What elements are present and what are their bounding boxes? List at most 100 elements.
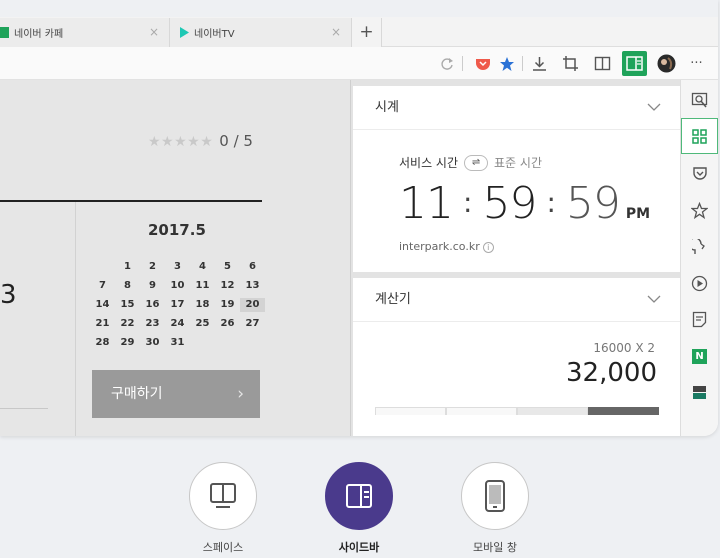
- rail-play-icon[interactable]: [681, 265, 718, 301]
- mode-label: 사이드바: [338, 541, 380, 554]
- mode-space[interactable]: 스페이스: [188, 462, 258, 555]
- tab-bar: 네이버 카페 × 네이버TV × +: [0, 0, 718, 47]
- calendar-day[interactable]: 18: [190, 298, 215, 312]
- rail-history-icon[interactable]: [681, 229, 718, 265]
- calendar-day[interactable]: 10: [165, 279, 190, 293]
- calendar-day[interactable]: 5: [215, 260, 240, 274]
- chevron-down-icon[interactable]: [647, 100, 661, 114]
- calendar-day[interactable]: 23: [140, 317, 165, 331]
- mode-mobile-button[interactable]: [461, 462, 529, 530]
- calendar-day[interactable]: 14: [90, 298, 115, 312]
- download-icon[interactable]: [529, 53, 550, 74]
- calculator-key[interactable]: [588, 407, 659, 415]
- calendar-day[interactable]: 9: [140, 279, 165, 293]
- sidebar-toggle-icon[interactable]: [622, 51, 647, 76]
- calendar-day[interactable]: 15: [115, 298, 140, 312]
- calendar-day[interactable]: 21: [90, 317, 115, 331]
- more-menu-icon[interactable]: ···: [686, 53, 707, 74]
- calendar-day[interactable]: 24: [165, 317, 190, 331]
- rail-search-icon[interactable]: [681, 82, 718, 118]
- buy-button[interactable]: 구매하기 ›: [92, 370, 260, 418]
- calendar-day[interactable]: 13: [240, 279, 265, 293]
- rail-naver-icon[interactable]: N: [681, 338, 718, 374]
- calendar-day[interactable]: 29: [115, 336, 140, 350]
- sidebar-mode-selector: 스페이스 사이드바 모바일 창: [0, 436, 720, 558]
- tab-close-button[interactable]: ×: [149, 25, 159, 39]
- calendar-day[interactable]: 7: [90, 279, 115, 293]
- rail-pocket-icon[interactable]: [681, 155, 718, 191]
- swap-icon[interactable]: ⇌: [464, 154, 489, 171]
- calendar-day[interactable]: 27: [240, 317, 265, 331]
- calendar-day[interactable]: 31: [165, 336, 190, 350]
- calendar-day[interactable]: 12: [215, 279, 240, 293]
- mode-sidebar-button[interactable]: [325, 462, 393, 530]
- tab-naver-tv[interactable]: 네이버TV ×: [170, 18, 352, 47]
- calendar-day[interactable]: 26: [215, 317, 240, 331]
- tab-close-button[interactable]: ×: [331, 25, 341, 39]
- calendar-day[interactable]: 19: [215, 298, 240, 312]
- naver-cafe-icon: [0, 27, 9, 38]
- info-icon[interactable]: i: [482, 242, 494, 253]
- clock-colon: :: [463, 186, 473, 219]
- calendar-day[interactable]: 4: [190, 260, 215, 274]
- calendar-day[interactable]: 22: [115, 317, 140, 331]
- clock-source: interpark.co.kr i: [399, 240, 494, 253]
- mode-space-button[interactable]: [189, 462, 257, 530]
- calendar-grid: 1 2 3 4 5 6 7 8 9 10 11 12 13 14 15 16 17 18 19 20 21 22 23 24 2…: [90, 260, 265, 350]
- split-view-icon[interactable]: [592, 53, 613, 74]
- space-icon: [210, 483, 236, 508]
- rating-stars[interactable]: ★★★★★: [148, 134, 213, 150]
- clock-hours: 11: [399, 178, 454, 229]
- calendar-day[interactable]: 8: [115, 279, 140, 293]
- calculator-key[interactable]: [517, 407, 588, 415]
- chevron-down-icon[interactable]: [647, 292, 661, 306]
- crop-capture-icon[interactable]: [560, 53, 581, 74]
- rating: ★★★★★ 0 / 5: [148, 132, 253, 150]
- naver-logo-icon: N: [692, 348, 707, 364]
- rail-memo-icon[interactable]: [681, 301, 718, 337]
- reload-icon[interactable]: [436, 53, 457, 74]
- calendar-day[interactable]: 2: [140, 260, 165, 274]
- clock-panel: 시계 서비스 시간 ⇌ 표준 시간 11 : 59 : 59 PM interp…: [353, 86, 681, 272]
- clock-panel-header[interactable]: 시계: [353, 86, 681, 130]
- calendar-day[interactable]: 30: [140, 336, 165, 350]
- panel-title: 시계: [375, 100, 399, 115]
- calendar-day[interactable]: 20: [240, 298, 265, 312]
- calculator-result: 32,000: [566, 358, 657, 388]
- tab-label: 네이버TV: [194, 29, 235, 40]
- calendar-day[interactable]: 3: [165, 260, 190, 274]
- naver-tv-play-icon: [180, 27, 189, 38]
- calculator-key[interactable]: [446, 407, 517, 415]
- tab-label: 네이버 카페: [14, 29, 64, 40]
- clock-mode-alt[interactable]: 표준 시간: [494, 154, 542, 171]
- toolbar: ···: [0, 47, 718, 80]
- divider: [0, 408, 48, 409]
- buy-button-label: 구매하기: [111, 386, 163, 402]
- calculator-panel-header[interactable]: 계산기: [353, 278, 681, 322]
- rail-grid-icon[interactable]: [681, 118, 718, 154]
- mode-sidebar[interactable]: 사이드바: [324, 462, 394, 555]
- bookmark-star-icon[interactable]: [496, 53, 517, 74]
- rail-star-icon[interactable]: [681, 192, 718, 228]
- calendar-day[interactable]: 6: [240, 260, 265, 274]
- page-content: ★★★★★ 0 / 5 3 2017.5 1 2 3 4 5 6 7 8 9 10 11 12 13 14 1…: [0, 80, 350, 436]
- divider: [0, 200, 262, 202]
- mode-label: 모바일 창: [473, 541, 517, 554]
- chevron-right-icon: ›: [237, 384, 244, 404]
- calendar-day[interactable]: 11: [190, 279, 215, 293]
- rail-storage-icon[interactable]: [681, 374, 718, 410]
- calendar-day[interactable]: 16: [140, 298, 165, 312]
- tab-naver-cafe[interactable]: 네이버 카페 ×: [0, 18, 170, 47]
- mode-mobile[interactable]: 모바일 창: [460, 462, 530, 555]
- new-tab-button[interactable]: +: [352, 18, 382, 47]
- calculator-key[interactable]: [375, 407, 446, 415]
- panel-title: 계산기: [375, 292, 411, 307]
- pocket-icon[interactable]: [472, 53, 493, 74]
- calendar-day[interactable]: 1: [115, 260, 140, 274]
- calendar-day[interactable]: 28: [90, 336, 115, 350]
- mobile-icon: [485, 480, 505, 512]
- calendar-day[interactable]: 25: [190, 317, 215, 331]
- calendar-day[interactable]: 17: [165, 298, 190, 312]
- profile-avatar-icon[interactable]: [656, 53, 677, 74]
- clock-seconds: 59: [565, 178, 621, 229]
